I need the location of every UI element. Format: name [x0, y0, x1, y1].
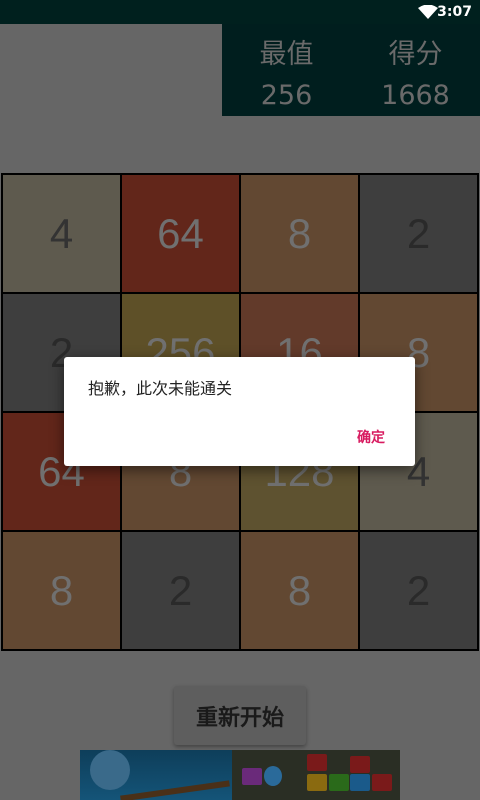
tile: 8 [241, 532, 358, 649]
score-value: 1668 [381, 80, 450, 111]
status-bar: 3:07 [0, 0, 480, 24]
best-score: 最值 256 [222, 24, 351, 116]
status-time: 3:07 [437, 4, 472, 20]
ad-banner[interactable] [80, 750, 400, 800]
tile: 2 [360, 175, 477, 292]
tile: 8 [241, 175, 358, 292]
tile: 8 [3, 532, 120, 649]
tile: 64 [122, 175, 239, 292]
current-score: 得分 1668 [351, 24, 480, 116]
ad-image-blocks [232, 750, 400, 800]
confirm-button[interactable]: 确定 [357, 427, 385, 447]
score-label: 得分 [388, 39, 443, 70]
tile: 4 [3, 175, 120, 292]
score-panel: 最值 256 得分 1668 [222, 24, 480, 116]
game-over-dialog: 抱歉，此次未能通关 确定 [64, 357, 415, 466]
dialog-message: 抱歉，此次未能通关 [88, 379, 233, 398]
tile: 2 [122, 532, 239, 649]
wifi-icon [418, 4, 438, 23]
best-label: 最值 [259, 39, 314, 70]
best-value: 256 [260, 80, 313, 111]
ad-image-bird [80, 750, 232, 800]
tile: 2 [360, 532, 477, 649]
restart-button[interactable]: 重新开始 [174, 686, 306, 745]
